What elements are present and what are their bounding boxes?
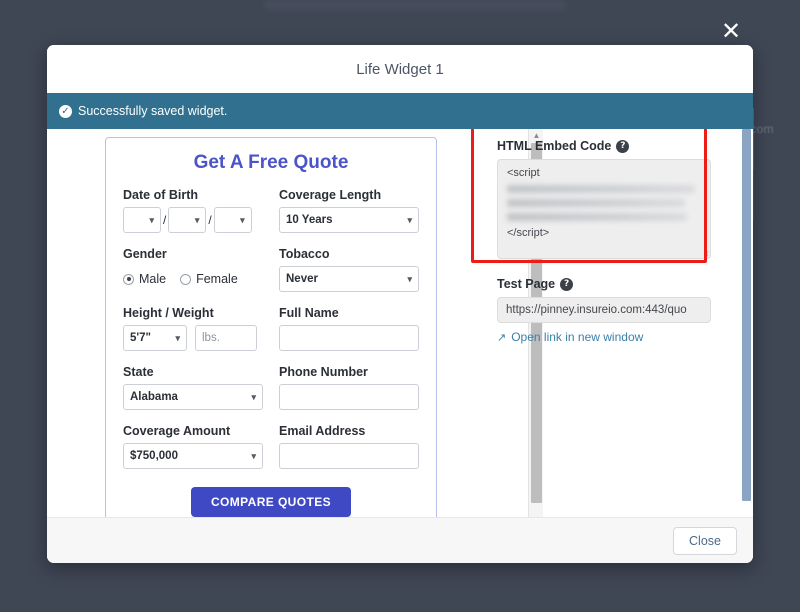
modal-body: Get A Free Quote Date of Birth / / xyxy=(47,129,753,517)
label-phone-number: Phone Number xyxy=(279,365,368,379)
page-title: Life Widget 1 xyxy=(356,60,444,78)
form-row-3: Height / Weight 5'7" lbs. Full Name xyxy=(123,306,419,363)
widget-preview-pane: Get A Free Quote Date of Birth / / xyxy=(47,129,479,517)
form-row-2: Gender Male Female Tobacco Never ▾ xyxy=(123,247,419,304)
modal-header: Life Widget 1 xyxy=(47,45,753,93)
embed-pane: HTML Embed Code ? <script </script> Test… xyxy=(471,129,753,517)
dob-separator-1: / xyxy=(163,213,167,227)
html-embed-code-textarea[interactable]: <script </script> xyxy=(497,159,711,259)
radio-icon-male xyxy=(123,273,134,285)
close-icon[interactable]: ✕ xyxy=(719,19,743,44)
label-coverage-amount: Coverage Amount xyxy=(123,424,231,438)
life-widget-modal: Life Widget 1 ✓ Successfully saved widge… xyxy=(47,45,753,563)
embed-code-redacted-line-2 xyxy=(507,199,685,207)
coverage-length-select[interactable]: 10 Years xyxy=(279,207,419,233)
test-page-label: Test Page xyxy=(497,277,556,291)
html-embed-code-label: HTML Embed Code xyxy=(497,139,612,153)
height-select[interactable]: 5'7" xyxy=(123,325,187,351)
email-address-input[interactable] xyxy=(279,443,419,469)
gender-option-female[interactable]: Female xyxy=(180,272,238,286)
question-mark-icon[interactable]: ? xyxy=(560,277,574,291)
open-link-label: Open link in new window xyxy=(511,330,644,344)
label-state: State xyxy=(123,365,154,379)
full-name-input[interactable] xyxy=(279,325,419,351)
open-link-new-window[interactable]: ↗ Open link in new window xyxy=(497,330,753,344)
dob-year-select[interactable] xyxy=(213,207,252,233)
html-embed-code-label-row: HTML Embed Code ? xyxy=(497,139,753,153)
background-blurred-content xyxy=(265,0,565,10)
height-weight-group: 5'7" lbs. xyxy=(123,325,263,351)
label-email-address: Email Address xyxy=(279,424,366,438)
tobacco-select[interactable]: Never xyxy=(279,266,419,292)
close-button[interactable]: Close xyxy=(673,526,737,555)
embed-code-redacted-line-3 xyxy=(507,213,687,221)
date-of-birth-group: / / xyxy=(123,207,263,233)
dob-separator-2: / xyxy=(208,213,212,227)
label-tobacco: Tobacco xyxy=(279,247,330,261)
coverage-amount-select[interactable]: $750,000 xyxy=(123,443,263,469)
compare-quotes-button[interactable]: COMPARE QUOTES xyxy=(190,487,352,517)
form-row-5: Coverage Amount $750,000 Email Address xyxy=(123,424,419,481)
gender-male-label: Male xyxy=(139,272,167,286)
state-select[interactable]: Alabama xyxy=(123,384,263,410)
phone-number-input[interactable] xyxy=(279,384,419,410)
quote-form-heading: Get A Free Quote xyxy=(193,152,349,173)
submit-row: COMPARE QUOTES xyxy=(123,487,419,517)
dob-day-select[interactable] xyxy=(168,207,207,233)
quote-form-card: Get A Free Quote Date of Birth / / xyxy=(105,137,437,517)
dob-month-select[interactable] xyxy=(123,207,161,233)
label-height-weight: Height / Weight xyxy=(123,306,214,320)
form-row-4: State Alabama Phone Number xyxy=(123,365,419,422)
form-row-1: Date of Birth / / Coverage Length 10 Yea… xyxy=(123,188,419,245)
gender-female-label: Female xyxy=(196,272,238,286)
label-coverage-length: Coverage Length xyxy=(279,188,382,202)
success-alert-message: Successfully saved widget. xyxy=(78,104,228,118)
gender-radio-group: Male Female xyxy=(123,266,263,292)
radio-icon-female xyxy=(180,273,192,285)
success-alert: ✓ Successfully saved widget. xyxy=(47,93,753,129)
test-page-url-input[interactable]: https://pinney.insureio.com:443/quo xyxy=(497,297,711,323)
question-mark-icon[interactable]: ? xyxy=(616,139,630,153)
weight-input[interactable]: lbs. xyxy=(195,325,257,351)
embed-code-redacted-line-1 xyxy=(507,185,695,193)
test-page-label-row: Test Page ? xyxy=(497,277,753,291)
textarea-resize-handle[interactable] xyxy=(699,247,709,258)
external-link-icon: ↗ xyxy=(497,331,507,344)
label-full-name: Full Name xyxy=(279,306,339,320)
modal-scrollbar-thumb[interactable] xyxy=(742,129,751,501)
check-circle-icon: ✓ xyxy=(59,104,72,118)
label-date-of-birth: Date of Birth xyxy=(123,188,198,202)
modal-footer: Close xyxy=(47,517,753,563)
embed-code-first-line: <script xyxy=(507,167,540,179)
embed-code-last-line: </script> xyxy=(507,227,550,239)
label-gender: Gender xyxy=(123,247,167,261)
gender-option-male[interactable]: Male xyxy=(123,272,166,286)
modal-scrollbar[interactable] xyxy=(740,129,753,517)
